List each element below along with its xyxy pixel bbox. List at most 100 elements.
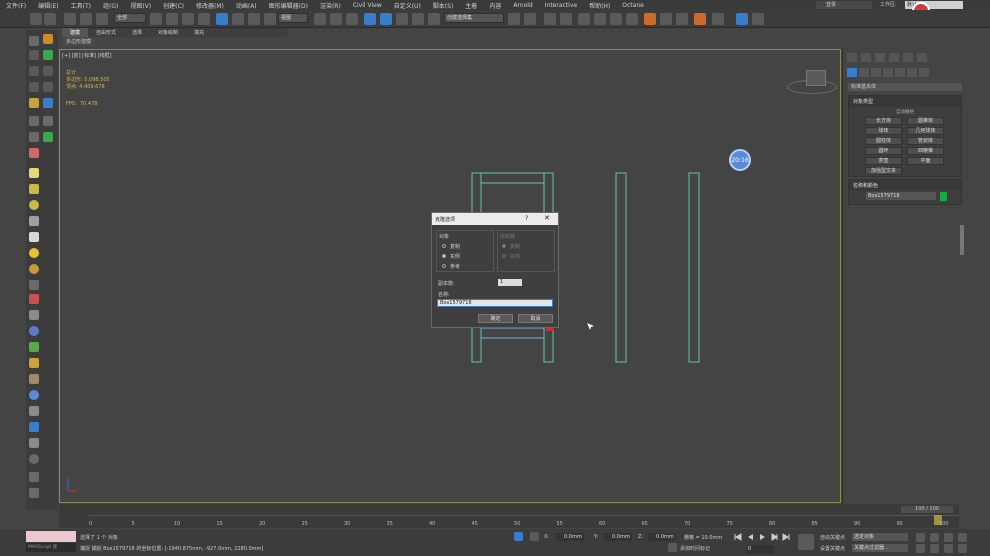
select-object-icon[interactable] bbox=[150, 13, 162, 25]
box-button[interactable]: 长方体 bbox=[865, 117, 902, 125]
x-coordinate-field[interactable]: 0.0mm bbox=[556, 533, 584, 541]
arnold-icon[interactable] bbox=[694, 13, 706, 25]
menu-rendering[interactable]: 渲染(R) bbox=[314, 1, 347, 10]
zoom-all-icon[interactable] bbox=[930, 533, 939, 542]
cone-primitive-icon[interactable] bbox=[29, 184, 39, 194]
help-icon[interactable] bbox=[29, 454, 39, 464]
tool-icon[interactable] bbox=[29, 326, 39, 336]
tool-icon[interactable] bbox=[43, 66, 53, 76]
camera-icon[interactable] bbox=[29, 264, 39, 274]
current-frame-marker[interactable] bbox=[934, 515, 942, 525]
scale-icon[interactable] bbox=[248, 13, 260, 25]
menu-main[interactable]: 主着 bbox=[459, 1, 483, 10]
place-icon[interactable] bbox=[264, 13, 276, 25]
auto-key-button[interactable]: 自动关键点 bbox=[820, 534, 845, 541]
tool-icon[interactable] bbox=[43, 82, 53, 92]
menu-edit[interactable]: 编辑(E) bbox=[32, 1, 64, 10]
tool-icon[interactable] bbox=[29, 358, 39, 368]
tool-icon[interactable] bbox=[29, 148, 39, 158]
panel-scrollbar[interactable] bbox=[960, 225, 964, 255]
polygon-modeling-tab[interactable]: 多边形建模 bbox=[62, 37, 96, 46]
torus-button[interactable]: 圆环 bbox=[865, 147, 902, 155]
tool-icon[interactable] bbox=[29, 116, 39, 126]
menu-customize[interactable]: 自定义(U) bbox=[388, 1, 427, 10]
tool-icon[interactable] bbox=[43, 34, 53, 44]
systems-icon[interactable] bbox=[919, 68, 929, 77]
undo-icon[interactable] bbox=[30, 13, 42, 25]
menu-octane[interactable]: Octane bbox=[616, 2, 650, 9]
object-color-swatch[interactable] bbox=[940, 192, 947, 201]
menu-civil-view[interactable]: Civil View bbox=[347, 2, 388, 9]
selection-filter-dropdown[interactable]: 全部 bbox=[114, 13, 146, 23]
add-time-tag[interactable]: 添加时间标记 bbox=[680, 545, 710, 552]
space-warps-icon[interactable] bbox=[907, 68, 917, 77]
tool-icon[interactable] bbox=[29, 422, 39, 432]
sphere-primitive-icon[interactable] bbox=[29, 200, 39, 210]
move-icon[interactable] bbox=[216, 13, 228, 25]
window-crossing-icon[interactable] bbox=[198, 13, 210, 25]
tool-icon[interactable] bbox=[29, 36, 39, 46]
y-coordinate-field[interactable]: 0.0mm bbox=[604, 533, 632, 541]
redo-icon[interactable] bbox=[44, 13, 56, 25]
cone-button[interactable]: 圆锥体 bbox=[907, 117, 944, 125]
tool-icon[interactable] bbox=[29, 50, 39, 60]
name-color-header[interactable]: 名称和颜色 bbox=[849, 180, 961, 191]
tool-icon[interactable] bbox=[43, 116, 53, 126]
select-by-name-icon[interactable] bbox=[166, 13, 178, 25]
login-button[interactable]: 登录 bbox=[816, 1, 872, 9]
zoom-extents-icon[interactable] bbox=[944, 533, 953, 542]
set-key-button[interactable]: 设置关键点 bbox=[820, 545, 845, 552]
tab-populate[interactable]: 填充 bbox=[186, 28, 212, 37]
menu-group[interactable]: 组(G) bbox=[97, 1, 124, 10]
sphere-icon[interactable] bbox=[752, 13, 764, 25]
field-of-view-icon[interactable] bbox=[916, 544, 925, 553]
tool-icon[interactable] bbox=[29, 342, 39, 352]
rotate-icon[interactable] bbox=[232, 13, 244, 25]
curve-editor-icon[interactable] bbox=[578, 13, 590, 25]
tool-icon[interactable] bbox=[43, 50, 53, 60]
material-editor-icon[interactable] bbox=[610, 13, 622, 25]
go-to-start-icon[interactable] bbox=[734, 533, 742, 541]
menu-scripting[interactable]: 脚本(S) bbox=[427, 1, 460, 10]
shapes-icon[interactable] bbox=[859, 68, 869, 77]
zoom-extents-all-icon[interactable] bbox=[958, 533, 967, 542]
spinner-snap-icon[interactable] bbox=[412, 13, 424, 25]
mirror-icon[interactable] bbox=[508, 13, 520, 25]
name-input[interactable]: Box1579718 bbox=[437, 299, 553, 307]
ok-button[interactable]: 确定 bbox=[478, 314, 513, 323]
next-frame-icon[interactable] bbox=[770, 533, 778, 541]
cylinder-button[interactable]: 圆柱体 bbox=[865, 137, 902, 145]
tool-icon[interactable] bbox=[29, 390, 39, 400]
lights-icon[interactable] bbox=[871, 68, 881, 77]
reference-coord-dropdown[interactable]: 视图 bbox=[278, 13, 308, 23]
named-selection-dropdown[interactable]: 创建选择集 bbox=[444, 13, 504, 23]
tab-object-paint[interactable]: 对象绘制 bbox=[150, 28, 186, 37]
tool-icon[interactable] bbox=[29, 488, 39, 498]
plane-button[interactable]: 平面 bbox=[907, 157, 944, 165]
orbit-icon[interactable] bbox=[944, 544, 953, 553]
geosphere-button[interactable]: 几何球体 bbox=[907, 127, 944, 135]
sphere-button[interactable]: 球体 bbox=[865, 127, 902, 135]
tube-button[interactable]: 管状体 bbox=[907, 137, 944, 145]
octane-icon[interactable] bbox=[712, 13, 724, 25]
menu-content[interactable]: 内容 bbox=[483, 1, 507, 10]
tab-selection[interactable]: 选择 bbox=[124, 28, 150, 37]
tool-icon[interactable] bbox=[29, 280, 39, 290]
key-filters-button[interactable]: 关键点过滤器... bbox=[852, 544, 908, 552]
copies-spinner[interactable]: 1 bbox=[498, 279, 522, 286]
radio-instance[interactable] bbox=[442, 254, 446, 258]
unlink-icon[interactable] bbox=[80, 13, 92, 25]
modify-tab-icon[interactable] bbox=[861, 53, 871, 62]
display-tab-icon[interactable] bbox=[903, 53, 913, 62]
snap-3d-icon[interactable] bbox=[364, 13, 376, 25]
render-frame-icon[interactable] bbox=[644, 13, 656, 25]
tool-icon[interactable] bbox=[29, 406, 39, 416]
layer-manager-icon[interactable] bbox=[544, 13, 556, 25]
motion-tab-icon[interactable] bbox=[889, 53, 899, 62]
rs-icon[interactable] bbox=[736, 13, 748, 25]
render-production-icon[interactable] bbox=[660, 13, 672, 25]
cancel-button[interactable]: 取消 bbox=[518, 314, 553, 323]
menu-help[interactable]: 帮助(H) bbox=[583, 1, 616, 10]
tool-icon[interactable] bbox=[29, 98, 39, 108]
cameras-icon[interactable] bbox=[883, 68, 893, 77]
